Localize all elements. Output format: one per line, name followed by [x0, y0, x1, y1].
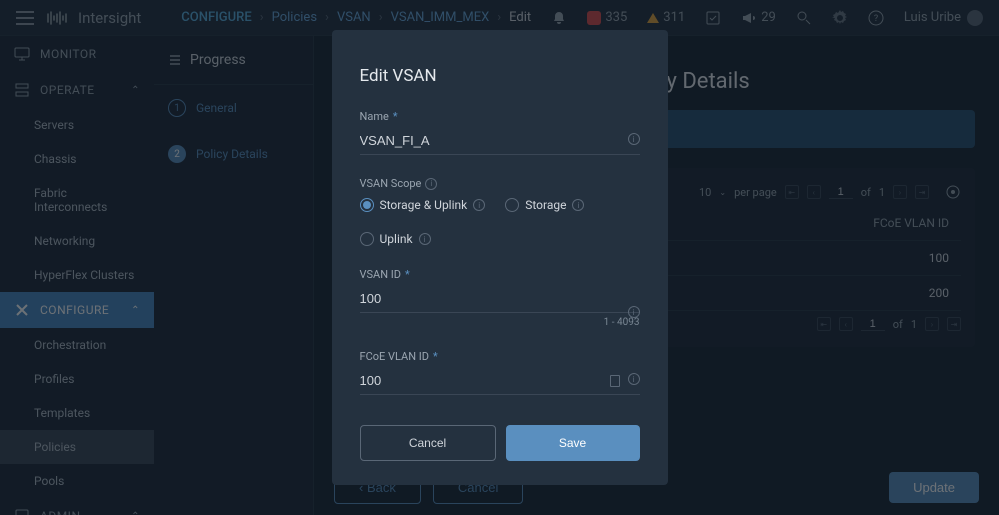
- modal-cancel-button[interactable]: Cancel: [360, 425, 496, 461]
- vsan-id-input[interactable]: [360, 285, 640, 313]
- edit-vsan-modal: Edit VSAN Name * i VSAN Scope i Storage …: [332, 30, 668, 485]
- fcoe-vlan-id-input[interactable]: [360, 367, 640, 395]
- range-hint: 1 - 4093: [360, 317, 640, 328]
- info-icon[interactable]: i: [473, 199, 485, 211]
- info-icon[interactable]: i: [628, 373, 640, 385]
- info-icon[interactable]: i: [628, 306, 640, 318]
- name-input[interactable]: [360, 127, 640, 155]
- radio-storage-uplink[interactable]: Storage & Uplinki: [360, 198, 486, 212]
- info-icon[interactable]: i: [419, 233, 431, 245]
- modal-overlay: Edit VSAN Name * i VSAN Scope i Storage …: [0, 0, 999, 515]
- info-icon[interactable]: i: [572, 199, 584, 211]
- radio-storage[interactable]: Storagei: [505, 198, 584, 212]
- modal-save-button[interactable]: Save: [506, 425, 640, 461]
- info-icon[interactable]: i: [628, 133, 640, 145]
- radio-uplink[interactable]: Uplinki: [360, 232, 431, 246]
- clipboard-icon[interactable]: [610, 375, 620, 387]
- modal-title: Edit VSAN: [360, 66, 640, 86]
- info-icon[interactable]: i: [425, 178, 437, 190]
